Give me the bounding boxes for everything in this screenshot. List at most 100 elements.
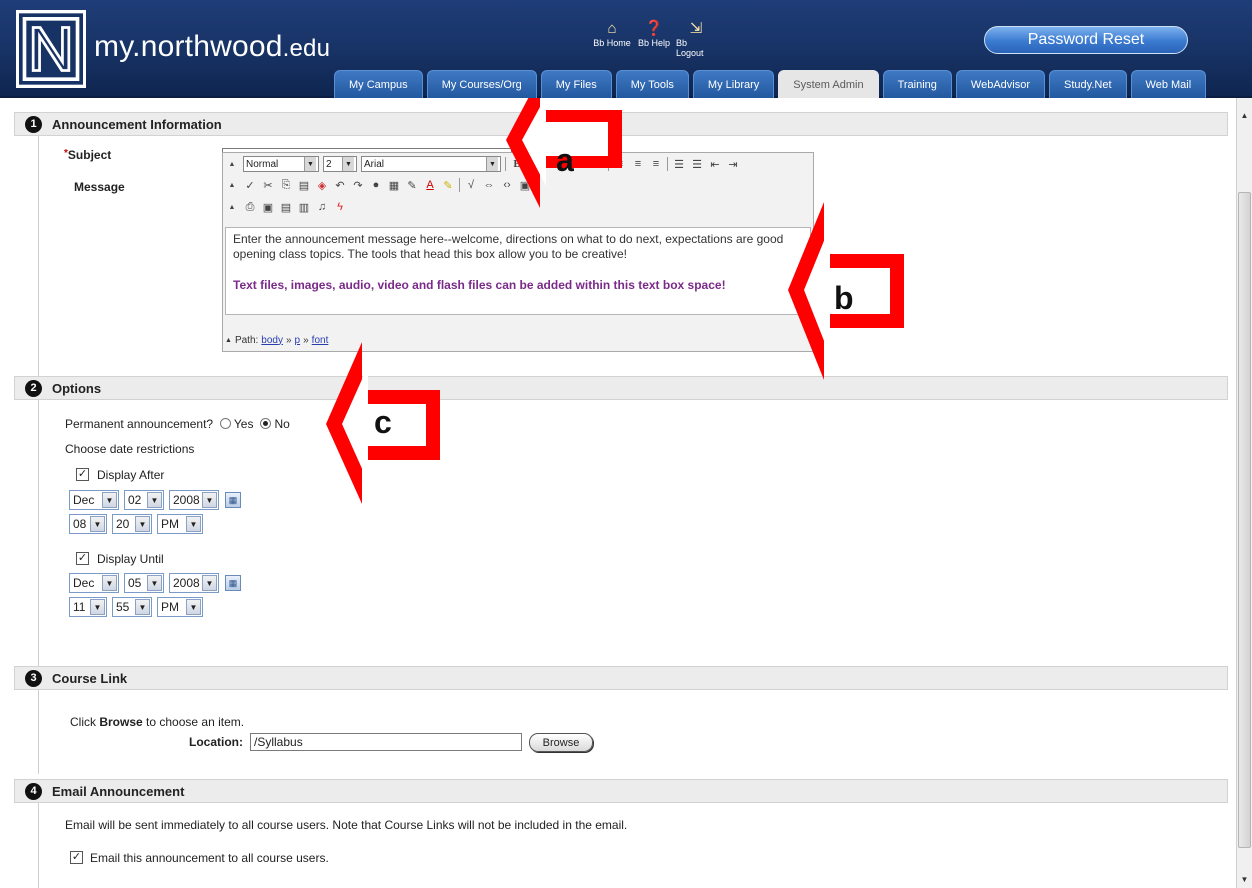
display-after-checkbox[interactable]: ✓ xyxy=(76,468,89,481)
font-size-select[interactable]: 2 ▼ xyxy=(323,156,357,172)
section-title: Course Link xyxy=(52,670,128,686)
section-title: Email Announcement xyxy=(52,783,185,799)
tab-training[interactable]: Training xyxy=(882,70,952,98)
message-editor-area[interactable]: Enter the announcement message here--wel… xyxy=(225,227,811,315)
collapse-toolbar-icon[interactable]: ▲ xyxy=(225,178,239,192)
collapse-toolbar-icon[interactable]: ▲ xyxy=(225,157,239,171)
tab-my-courses[interactable]: My Courses/Org xyxy=(426,70,537,98)
location-input[interactable] xyxy=(250,733,522,751)
northwood-logo[interactable] xyxy=(16,10,86,88)
indent-icon[interactable]: ⇥ xyxy=(726,157,740,171)
chevron-down-icon: ▼ xyxy=(147,492,162,508)
tab-webadvisor[interactable]: WebAdvisor xyxy=(955,70,1046,98)
password-reset-button[interactable]: Password Reset xyxy=(984,26,1188,54)
site-name[interactable]: my.northwood.edu xyxy=(94,30,330,64)
display-after-month-select[interactable]: Dec ▼ xyxy=(69,490,119,510)
background-color-icon[interactable]: ✎ xyxy=(441,178,455,192)
link-icon[interactable]: ◈ xyxy=(315,178,329,192)
collapse-path-icon[interactable]: ▲ xyxy=(225,337,232,344)
equation-icon[interactable]: √ xyxy=(464,178,478,192)
section-title: Options xyxy=(52,380,102,396)
section-course-link: 3 Course Link xyxy=(14,666,1228,690)
scrollbar-thumb[interactable] xyxy=(1238,192,1251,848)
paste-icon[interactable]: ▤ xyxy=(297,178,311,192)
scroll-down-icon[interactable]: ▼ xyxy=(1238,872,1251,886)
chevron-down-icon: ▼ xyxy=(486,157,498,171)
redo-icon[interactable]: ↷ xyxy=(351,178,365,192)
chevron-down-icon: ▼ xyxy=(342,157,354,171)
tab-web-mail[interactable]: Web Mail xyxy=(1130,70,1207,98)
text-color-icon[interactable]: A xyxy=(423,178,437,192)
path-body-link[interactable]: body xyxy=(261,335,283,346)
insert-document-icon[interactable]: ▥ xyxy=(297,200,311,214)
section-divider xyxy=(38,803,39,888)
display-after-year-select[interactable]: 2008 ▼ xyxy=(169,490,219,510)
display-after-hour-select[interactable]: 08 ▼ xyxy=(69,514,107,534)
location-label: Location: xyxy=(189,735,243,749)
outdent-icon[interactable]: ⇤ xyxy=(708,157,722,171)
insert-flash-icon[interactable]: ϟ xyxy=(333,200,347,214)
display-until-day-select[interactable]: 05 ▼ xyxy=(124,573,164,593)
tab-my-tools[interactable]: My Tools xyxy=(615,70,689,98)
editor-toolbar-row-1: ▲ Normal▼ 2▼ Arial▼ B I x ≡ ≡ ≡ ☰ ☰ ⇤ ⇥ xyxy=(225,154,740,174)
highlight-pen-icon[interactable]: ✎ xyxy=(405,178,419,192)
align-right-icon[interactable]: ≡ xyxy=(649,157,663,171)
cut-icon[interactable]: ✂ xyxy=(261,178,275,192)
site-header: my.northwood.edu ⌂ Bb Home ❓ Bb Help ⇲ B… xyxy=(0,0,1252,98)
font-family-select[interactable]: Arial ▼ xyxy=(361,156,501,172)
tab-my-files[interactable]: My Files xyxy=(540,70,612,98)
date-restrictions-label: Choose date restrictions xyxy=(65,442,195,456)
bb-help-link[interactable]: ❓ Bb Help xyxy=(634,20,674,58)
bb-logout-link[interactable]: ⇲ Bb Logout xyxy=(676,20,716,58)
display-until-hour-select[interactable]: 11 ▼ xyxy=(69,597,107,617)
chevron-down-icon: ▼ xyxy=(90,599,105,615)
chevron-down-icon: ▼ xyxy=(102,492,117,508)
annotation-label-a: a xyxy=(556,142,574,178)
format-select[interactable]: Normal ▼ xyxy=(243,156,319,172)
image-icon[interactable]: ● xyxy=(369,178,383,192)
bulleted-list-icon[interactable]: ☰ xyxy=(690,157,704,171)
special-char-icon[interactable]: ⇔ xyxy=(482,178,496,192)
permanent-no-radio[interactable] xyxy=(260,418,272,429)
undo-icon[interactable]: ↶ xyxy=(333,178,347,192)
tab-my-library[interactable]: My Library xyxy=(692,70,775,98)
help-icon: ❓ xyxy=(644,20,664,37)
section-divider xyxy=(38,690,39,774)
tab-my-campus[interactable]: My Campus xyxy=(334,70,423,98)
scroll-up-icon[interactable]: ▲ xyxy=(1238,108,1251,122)
spellcheck-icon[interactable]: ✓ xyxy=(243,178,257,192)
display-until-minute-select[interactable]: 55 ▼ xyxy=(112,597,152,617)
tab-study-net[interactable]: Study.Net xyxy=(1049,70,1127,98)
main-tabs: My Campus My Courses/Org My Files My Too… xyxy=(334,70,1207,98)
collapse-toolbar-icon[interactable]: ▲ xyxy=(225,200,239,214)
display-until-month-select[interactable]: Dec ▼ xyxy=(69,573,119,593)
bb-home-link[interactable]: ⌂ Bb Home xyxy=(592,20,632,58)
browse-button[interactable]: Browse xyxy=(529,733,593,752)
chevron-down-icon: ▼ xyxy=(186,516,201,532)
tab-system-admin[interactable]: System Admin xyxy=(778,70,879,98)
display-after-minute-select[interactable]: 20 ▼ xyxy=(112,514,152,534)
calendar-icon[interactable]: ▦ xyxy=(225,492,241,508)
insert-audio-icon[interactable]: ♫ xyxy=(315,200,329,214)
copy-icon[interactable]: ⎘ xyxy=(279,178,293,192)
insert-media-icon[interactable]: ▤ xyxy=(279,200,293,214)
path-p-link[interactable]: p xyxy=(295,335,301,346)
display-after-day-select[interactable]: 02 ▼ xyxy=(124,490,164,510)
email-all-users-checkbox[interactable]: ✓ xyxy=(70,851,83,864)
display-after-ampm-select[interactable]: PM ▼ xyxy=(157,514,203,534)
numbered-list-icon[interactable]: ☰ xyxy=(672,157,686,171)
align-center-icon[interactable]: ≡ xyxy=(631,157,645,171)
table-icon[interactable]: ▦ xyxy=(387,178,401,192)
utility-links: ⌂ Bb Home ❓ Bb Help ⇲ Bb Logout xyxy=(592,20,716,58)
vertical-scrollbar[interactable]: ▲ ▼ xyxy=(1236,98,1252,888)
display-until-checkbox[interactable]: ✓ xyxy=(76,552,89,565)
chevron-down-icon: ▼ xyxy=(202,492,217,508)
editor-toolbar-row-2: ▲ ✓ ✂ ⎘ ▤ ◈ ↶ ↷ ● ▦ ✎ A ✎ √ ⇔ ‹› ▣ xyxy=(225,175,532,195)
insert-image-icon[interactable]: ▣ xyxy=(261,200,275,214)
message-text-line-2: Text files, images, audio, video and fla… xyxy=(233,278,726,292)
display-until-ampm-select[interactable]: PM ▼ xyxy=(157,597,203,617)
calendar-icon[interactable]: ▦ xyxy=(225,575,241,591)
display-until-year-select[interactable]: 2008 ▼ xyxy=(169,573,219,593)
attach-file-icon[interactable]: ⎙ xyxy=(243,200,257,214)
permanent-yes-radio[interactable] xyxy=(219,418,231,429)
